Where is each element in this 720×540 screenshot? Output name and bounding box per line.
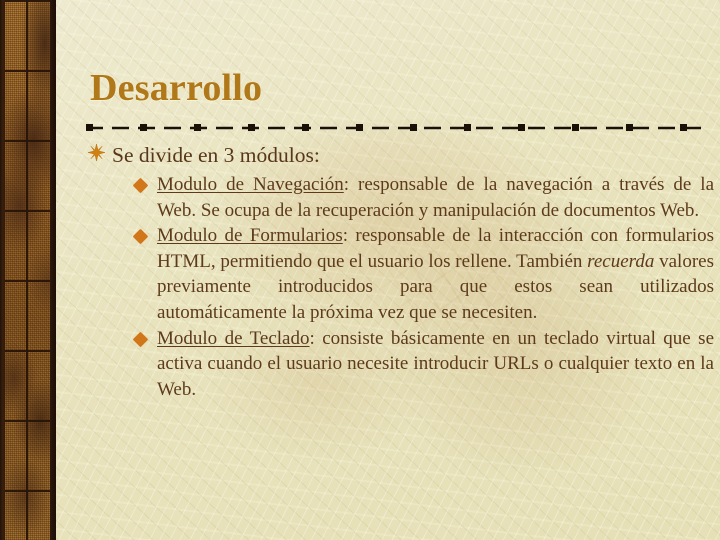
bullet-level1: Se divide en 3 módulos: <box>86 140 714 170</box>
item-emphasis: recuerda <box>587 250 655 272</box>
item-separator: : <box>342 225 356 247</box>
bullet-item-modulo-formularios: Modulo de Formularios: responsable de la… <box>86 223 714 325</box>
item-heading: Modulo de Navegación <box>157 174 344 195</box>
left-decorative-border <box>0 0 56 540</box>
bullet-item-modulo-teclado: Modulo de Teclado: consiste básicamente … <box>86 326 714 403</box>
bullet-paragraph: Modulo de Formularios: responsable de la… <box>157 223 714 325</box>
item-separator: : <box>343 174 359 195</box>
left-border-grid-overlay <box>0 0 56 540</box>
diamond-bullet-icon <box>132 228 149 245</box>
item-heading: Modulo de Formularios <box>157 225 343 247</box>
title-divider <box>86 124 706 131</box>
bullet-level1-label: Se divide en 3 módulos: <box>112 143 320 167</box>
slide-content-area: Desarrollo Se divide en 3 módulos: Modul… <box>56 0 720 540</box>
left-border-outer-rail <box>0 0 5 540</box>
slide-title: Desarrollo <box>90 67 263 109</box>
item-separator: : <box>309 327 323 349</box>
bullet-item-modulo-navegacion: Modulo de Navegación: responsable de la … <box>86 172 714 223</box>
diamond-bullet-icon <box>132 177 149 194</box>
presentation-slide: Desarrollo Se divide en 3 módulos: Modul… <box>0 0 720 540</box>
six-point-star-bullet-icon <box>88 144 105 161</box>
item-heading: Modulo de Teclado <box>157 327 310 349</box>
bullet-paragraph: Modulo de Navegación: responsable de la … <box>157 172 714 223</box>
diamond-bullet-icon <box>132 331 149 347</box>
slide-body: Se divide en 3 módulos: Modulo de Navega… <box>86 140 714 402</box>
bullet-paragraph: Modulo de Teclado: consiste básicamente … <box>157 326 714 403</box>
